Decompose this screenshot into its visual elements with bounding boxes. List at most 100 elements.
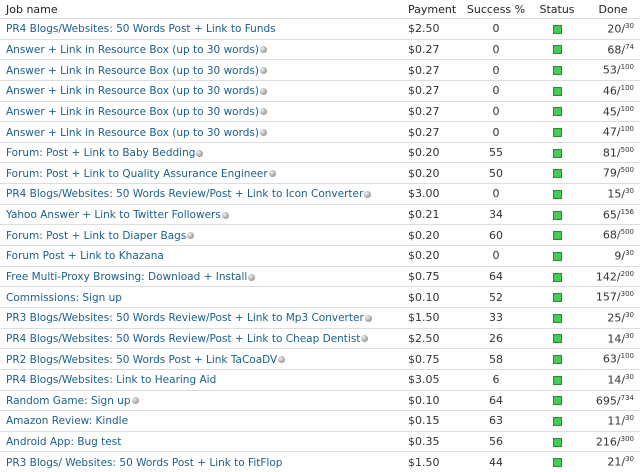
done-cell: 157/300 [586, 287, 640, 308]
job-link[interactable]: Free Multi-Proxy Browsing: Download + In… [6, 271, 247, 283]
job-link[interactable]: PR4 Blogs/Websites: Link to Hearing Aid [6, 374, 216, 386]
info-icon[interactable] [132, 397, 139, 404]
col-payment[interactable]: Payment [408, 0, 464, 19]
jobs-table: Job name Payment Success % Status Done P… [0, 0, 640, 472]
status-ok-icon [553, 314, 562, 323]
table-row: Forum: Post + Link to Quality Assurance … [0, 163, 640, 184]
job-link[interactable]: Answer + Link in Resource Box (up to 30 … [6, 44, 259, 56]
payment-cell: $0.27 [408, 39, 464, 60]
status-ok-icon [553, 376, 562, 385]
col-job-name[interactable]: Job name [0, 0, 408, 19]
status-cell [528, 328, 586, 349]
done-cell: 15/30 [586, 184, 640, 205]
job-link[interactable]: Answer + Link in Resource Box (up to 30 … [6, 106, 259, 118]
status-cell [528, 80, 586, 101]
info-icon[interactable] [260, 46, 267, 53]
success-cell: 52 [464, 287, 528, 308]
status-ok-icon [553, 252, 562, 261]
table-row: Android App: Bug test$0.3556216/300 [0, 431, 640, 452]
job-link[interactable]: Forum Post + Link to Khazana [6, 250, 164, 262]
job-link[interactable]: Forum: Post + Link to Baby Bedding [6, 147, 195, 159]
status-ok-icon [553, 87, 562, 96]
info-icon[interactable] [364, 191, 371, 198]
success-cell: 33 [464, 307, 528, 328]
success-cell: 50 [464, 163, 528, 184]
done-cell: 65/156 [586, 204, 640, 225]
job-cell: Answer + Link in Resource Box (up to 30 … [0, 80, 408, 101]
job-cell: PR3 Blogs/ Websites: 50 Words Post + Lin… [0, 452, 408, 472]
done-total: 100 [621, 63, 634, 71]
done-total: 156 [621, 208, 634, 216]
info-icon[interactable] [196, 150, 203, 157]
info-icon[interactable] [248, 274, 255, 281]
job-link[interactable]: PR4 Blogs/Websites: 50 Words Review/Post… [6, 188, 363, 200]
job-cell: Random Game: Sign up [0, 390, 408, 411]
info-icon[interactable] [187, 232, 194, 239]
job-link[interactable]: Android App: Bug test [6, 436, 121, 448]
job-cell: PR4 Blogs/Websites: 50 Words Review/Post… [0, 328, 408, 349]
status-ok-icon [553, 334, 562, 343]
info-icon[interactable] [361, 335, 368, 342]
job-link[interactable]: Forum: Post + Link to Diaper Bags [6, 230, 186, 242]
col-status[interactable]: Status [528, 0, 586, 19]
job-cell: Amazon Review: Kindle [0, 411, 408, 432]
status-cell [528, 349, 586, 370]
info-icon[interactable] [269, 170, 276, 177]
job-link[interactable]: Forum: Post + Link to Quality Assurance … [6, 168, 268, 180]
job-link[interactable]: Yahoo Answer + Link to Twitter Followers [6, 209, 221, 221]
status-cell [528, 184, 586, 205]
job-link[interactable]: Answer + Link in Resource Box (up to 30 … [6, 85, 259, 97]
success-cell: 63 [464, 411, 528, 432]
info-icon[interactable] [365, 315, 372, 322]
success-cell: 58 [464, 349, 528, 370]
status-ok-icon [553, 128, 562, 137]
col-success[interactable]: Success % [464, 0, 528, 19]
done-count: 14 [607, 374, 621, 387]
info-icon[interactable] [260, 67, 267, 74]
done-count: 47 [603, 126, 617, 139]
status-ok-icon [553, 66, 562, 75]
status-cell [528, 411, 586, 432]
payment-cell: $0.27 [408, 101, 464, 122]
info-icon[interactable] [222, 212, 229, 219]
status-cell [528, 246, 586, 267]
done-count: 65 [603, 208, 617, 221]
table-row: PR3 Blogs/ Websites: 50 Words Post + Lin… [0, 452, 640, 472]
job-link[interactable]: PR4 Blogs/Websites: 50 Words Review/Post… [6, 333, 360, 345]
done-total: 74 [625, 43, 634, 51]
col-done[interactable]: Done [586, 0, 640, 19]
status-cell [528, 163, 586, 184]
done-cell: 20/30 [586, 19, 640, 40]
payment-cell: $3.00 [408, 184, 464, 205]
done-total: 30 [625, 414, 634, 422]
job-link[interactable]: Commissions: Sign up [6, 292, 122, 304]
job-cell: Answer + Link in Resource Box (up to 30 … [0, 101, 408, 122]
success-cell: 0 [464, 19, 528, 40]
job-link[interactable]: PR3 Blogs/ Websites: 50 Words Post + Lin… [6, 457, 282, 469]
job-link[interactable]: PR3 Blogs/Websites: 50 Words Review/Post… [6, 312, 364, 324]
job-link[interactable]: PR2 Blogs/Websites: 50 Words Post + Link… [6, 354, 277, 366]
payment-cell: $0.10 [408, 390, 464, 411]
job-link[interactable]: PR4 Blogs/Websites: 50 Words Post + Link… [6, 23, 276, 35]
done-count: 79 [603, 167, 617, 180]
job-link[interactable]: Amazon Review: Kindle [6, 415, 128, 427]
done-count: 11 [607, 415, 621, 428]
success-cell: 64 [464, 390, 528, 411]
success-cell: 6 [464, 369, 528, 390]
payment-cell: $0.20 [408, 142, 464, 163]
table-row: Answer + Link in Resource Box (up to 30 … [0, 101, 640, 122]
job-link[interactable]: Answer + Link in Resource Box (up to 30 … [6, 127, 259, 139]
info-icon[interactable] [278, 356, 285, 363]
info-icon[interactable] [260, 129, 267, 136]
info-icon[interactable] [260, 108, 267, 115]
done-cell: 14/30 [586, 328, 640, 349]
done-count: 157 [596, 291, 617, 304]
info-icon[interactable] [260, 88, 267, 95]
job-link[interactable]: Random Game: Sign up [6, 395, 131, 407]
done-cell: 25/30 [586, 307, 640, 328]
done-total: 734 [621, 394, 634, 402]
done-cell: 695/734 [586, 390, 640, 411]
success-cell: 0 [464, 246, 528, 267]
job-cell: Answer + Link in Resource Box (up to 30 … [0, 122, 408, 143]
job-link[interactable]: Answer + Link in Resource Box (up to 30 … [6, 65, 259, 77]
